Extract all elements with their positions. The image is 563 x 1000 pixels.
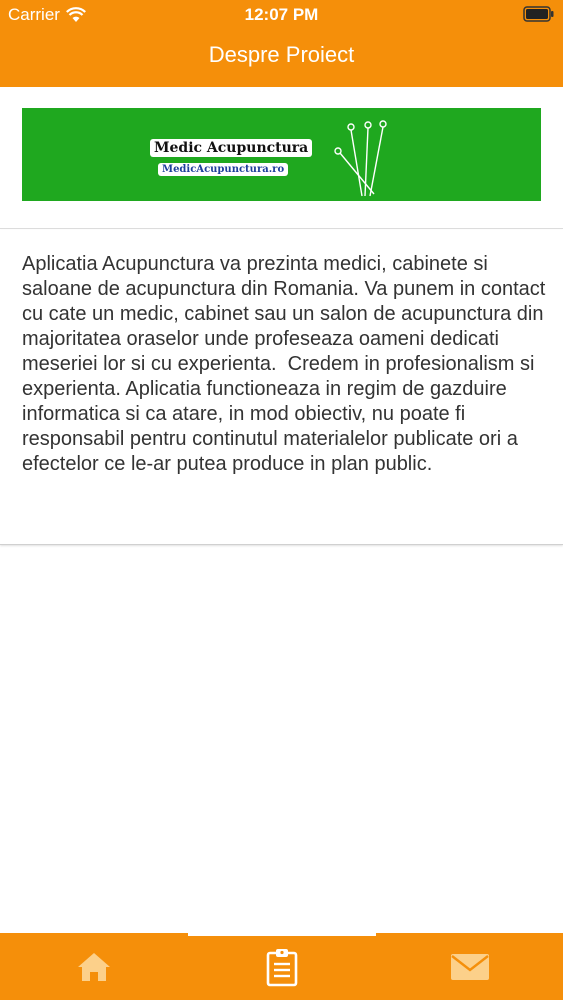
- banner-logo-title: Medic Acupunctura: [150, 139, 313, 157]
- status-time: 12:07 PM: [244, 5, 319, 24]
- page-title: Despre Proiect: [208, 42, 355, 67]
- acupuncture-needles-icon: [334, 120, 387, 197]
- bottom-tab-bar: [0, 933, 563, 1000]
- battery-icon: [523, 6, 554, 22]
- app-header: Carrier 12:07 PM Despre Proiect: [0, 0, 563, 87]
- home-icon: [77, 952, 110, 981]
- tab-home[interactable]: [0, 933, 187, 1000]
- banner-logo-url: MedicAcupunctura.ro: [158, 163, 289, 176]
- tab-about[interactable]: [188, 933, 375, 1000]
- banner-card: Medic Acupunctura MedicAcupunctura.ro: [0, 88, 563, 229]
- clipboard-icon: [266, 948, 297, 986]
- project-description: Aplicatia Acupunctura va prezinta medici…: [22, 253, 551, 475]
- mail-icon: [450, 953, 489, 980]
- description-card: Aplicatia Acupunctura va prezinta medici…: [0, 230, 563, 545]
- banner-image: Medic Acupunctura MedicAcupunctura.ro: [22, 108, 541, 201]
- tab-contact[interactable]: [376, 933, 563, 1000]
- status-bar: Carrier 12:07 PM: [0, 0, 563, 30]
